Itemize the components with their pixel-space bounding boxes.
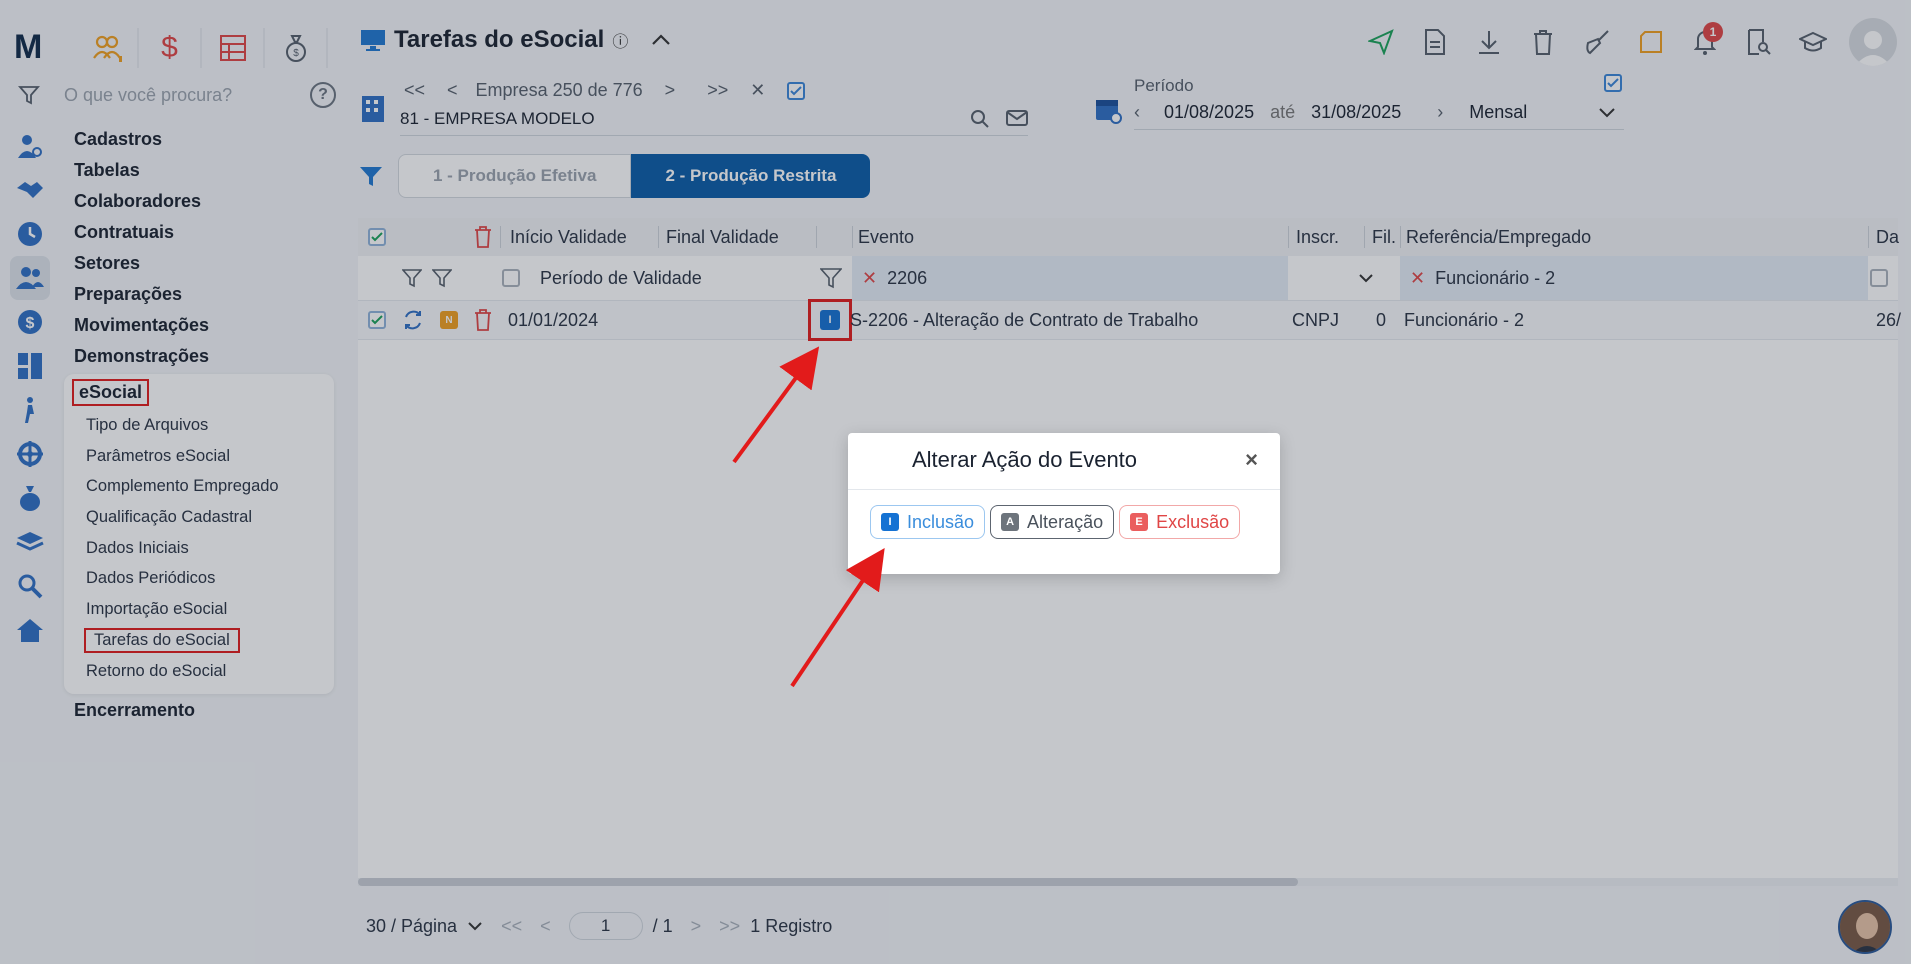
close-icon[interactable]: × [1245,447,1258,473]
modal-title: Alterar Ação do Evento [912,447,1138,472]
exclusao-letter: E [1130,513,1149,531]
exclusao-button[interactable]: E Exclusão [1119,505,1241,539]
alteracao-button[interactable]: A Alteração [990,505,1115,539]
inclusao-button[interactable]: I Inclusão [870,505,986,539]
exclusao-label: Exclusão [1156,511,1230,532]
inclusao-letter: I [881,513,899,531]
alteracao-label: Alteração [1027,511,1104,532]
alteracao-letter: A [1001,513,1020,531]
change-action-modal: Alterar Ação do Evento × I Inclusão A Al… [848,433,1280,574]
inclusao-label: Inclusão [907,511,975,532]
